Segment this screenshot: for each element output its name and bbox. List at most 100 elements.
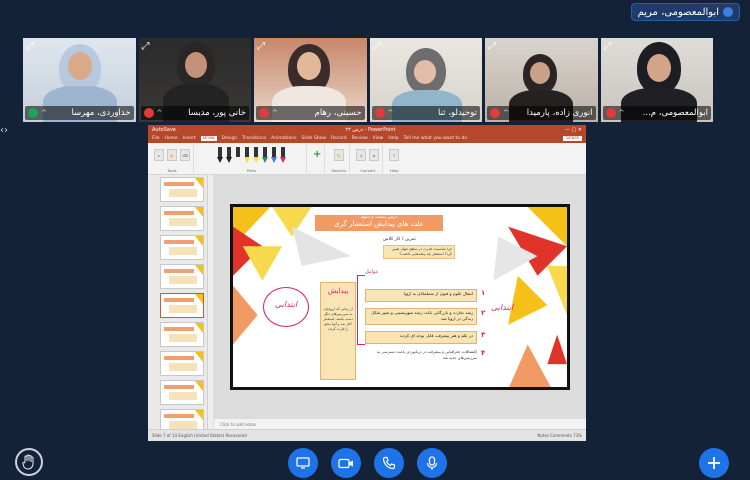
ink-help-icon[interactable]: ? <box>389 148 400 161</box>
expand-icon[interactable]: ⤢ <box>373 41 385 53</box>
presenter-chip[interactable]: ابوالمعصومی، مریم <box>630 3 740 21</box>
participant-name: حسینی، رهام <box>314 108 362 118</box>
slide-thumbnail[interactable] <box>150 293 205 318</box>
microphone-icon <box>723 7 733 17</box>
pen-icon[interactable] <box>244 146 250 163</box>
tell-me-search[interactable]: Tell me what you want to do <box>404 136 468 141</box>
share-button[interactable]: Share <box>563 136 582 141</box>
raise-hand-button[interactable] <box>15 448 43 476</box>
select-tool-icon[interactable]: ↖ <box>154 148 164 161</box>
slide-thumbnail-preview <box>160 235 204 260</box>
menu-transitions[interactable]: Transitions <box>242 136 266 141</box>
slide-question-box: چرا مناسبات قدرت در سطح جهان تغییر کرد؟ … <box>383 245 455 259</box>
menu-help[interactable]: Help <box>388 136 398 141</box>
microphone-off-icon <box>374 108 385 118</box>
participant-tile[interactable]: ⤢ ^ توحیدلو، ثنا <box>369 38 482 122</box>
pen-icon[interactable] <box>271 146 277 163</box>
slide-item-number: ۳ <box>481 331 486 339</box>
menu-file[interactable]: File <box>152 136 160 141</box>
slide-thumbnails[interactable] <box>148 175 208 429</box>
slide-thumbnail-preview <box>160 409 204 429</box>
status-right[interactable]: Notes Comments 73% <box>537 433 582 438</box>
add-button[interactable] <box>699 448 729 478</box>
ink-to-shape-icon[interactable]: ◇ <box>356 148 367 161</box>
expand-icon[interactable]: ⤢ <box>488 41 500 53</box>
microphone-button[interactable] <box>417 448 447 478</box>
collapse-arrows-icon[interactable]: ‹› <box>0 124 8 138</box>
raise-hand-icon <box>22 454 34 470</box>
pen-icon[interactable] <box>217 146 223 163</box>
participant-tile-active[interactable]: ⤢ ^ ابوالمعصومی، م... <box>600 38 713 122</box>
slide-subtitle: تمرین / کار کلاس <box>383 237 416 242</box>
participant-strip: ⤢ ^ خداوردی، مهرسا ⤢ ^ خانی پور، مدیسا ⤢… <box>23 38 713 122</box>
draw-touch-icon[interactable]: ✋ <box>167 148 177 161</box>
slide-thumbnail[interactable] <box>150 177 205 202</box>
expand-icon[interactable]: ⤢ <box>604 41 616 53</box>
notes-pane[interactable]: Click to add notes <box>214 419 586 429</box>
participant-tile[interactable]: ⤢ ^ خداوردی، مهرسا <box>23 38 136 122</box>
participant-label: ^ خانی پور، مدیسا <box>140 106 249 120</box>
menu-animations[interactable]: Animations <box>271 136 296 141</box>
current-slide[interactable]: درس بیست و سوم علت های پیدایش استعمار گر… <box>230 204 570 390</box>
status-left: Slide 7 of 14 English (United States) Re… <box>152 433 247 438</box>
slide-thumbnail[interactable] <box>150 206 205 231</box>
ink-annotation: عوامل <box>365 269 379 275</box>
microphone-on-icon <box>28 108 38 118</box>
menu-draw[interactable]: Draw <box>200 136 217 141</box>
menu-record[interactable]: Record <box>331 136 347 141</box>
slide-thumbnail[interactable] <box>150 235 205 260</box>
ribbon-group-convert: ◇ π Convert <box>353 144 384 173</box>
participant-tile[interactable]: ⤢ ^ خانی پور، مدیسا <box>138 38 251 122</box>
expand-icon[interactable]: ⤢ <box>26 41 38 53</box>
ribbon-group-stencils: 📏 Stencils <box>328 144 351 173</box>
participant-tile[interactable]: ⤢ ^ حسینی، رهام <box>254 38 367 122</box>
pen-icon[interactable] <box>280 146 286 163</box>
participant-label: ^ انوری زاده، پارمیدا <box>487 106 596 120</box>
chevron-up-icon[interactable]: ^ <box>619 109 625 117</box>
slide-thumbnail[interactable] <box>150 380 205 405</box>
slide-thumbnail-preview <box>160 206 204 231</box>
camera-button[interactable] <box>331 448 361 478</box>
slide-left-box-title: پیدایش <box>327 287 349 295</box>
microphone-off-icon <box>143 108 154 118</box>
ribbon-caption: Convert <box>360 167 376 173</box>
menu-design[interactable]: Design <box>222 136 238 141</box>
menu-slideshow[interactable]: Slide Show <box>301 136 326 141</box>
slide-thumbnail[interactable] <box>150 264 205 289</box>
chevron-up-icon[interactable]: ^ <box>41 109 47 117</box>
pen-icon[interactable] <box>253 146 259 163</box>
camera-icon <box>338 458 353 468</box>
menu-review[interactable]: Review <box>352 136 368 141</box>
menu-insert[interactable]: Insert <box>183 136 196 141</box>
pen-icon[interactable] <box>262 146 268 163</box>
eraser-icon[interactable]: ⌫ <box>180 148 190 161</box>
slide-thumbnail-preview <box>160 264 204 289</box>
menu-view[interactable]: View <box>373 136 384 141</box>
window-controls-icon[interactable]: — ▢ ✕ <box>565 127 582 133</box>
ink-circle-text: ابتدایی <box>274 300 298 309</box>
chevron-up-icon[interactable]: ^ <box>503 109 509 117</box>
add-pen-icon[interactable]: + <box>313 149 321 160</box>
expand-icon[interactable]: ⤢ <box>257 41 269 53</box>
microphone-off-icon <box>490 108 500 118</box>
slide-thumbnail[interactable] <box>150 409 205 429</box>
ink-to-math-icon[interactable]: π <box>369 148 380 161</box>
menu-home[interactable]: Home <box>165 136 178 141</box>
participant-label: ^ حسینی، رهام <box>256 106 365 120</box>
phone-button[interactable] <box>374 448 404 478</box>
ruler-icon[interactable]: 📏 <box>333 148 344 161</box>
participant-tile[interactable]: ⤢ ^ انوری زاده، پارمیدا <box>485 38 598 122</box>
chevron-up-icon[interactable]: ^ <box>157 109 163 117</box>
slide-thumbnail-preview <box>160 322 204 347</box>
pen-icon[interactable] <box>226 146 232 163</box>
draw-ribbon: ↖ ✋ ⌫ Tools Pens + 📏 Stencils ◇ π Conver <box>148 143 586 175</box>
expand-icon[interactable]: ⤢ <box>142 41 154 53</box>
ppt-window-title: درس ۲۳ - PowerPoint <box>345 126 396 133</box>
slide-thumbnail[interactable] <box>150 351 205 376</box>
screen-share-button[interactable] <box>288 448 318 478</box>
slide-thumbnail[interactable] <box>150 322 205 347</box>
autosave-label[interactable]: AutoSave <box>152 127 176 133</box>
chevron-up-icon[interactable]: ^ <box>272 109 278 117</box>
chevron-up-icon[interactable]: ^ <box>388 109 394 117</box>
pen-icon[interactable] <box>235 146 241 163</box>
